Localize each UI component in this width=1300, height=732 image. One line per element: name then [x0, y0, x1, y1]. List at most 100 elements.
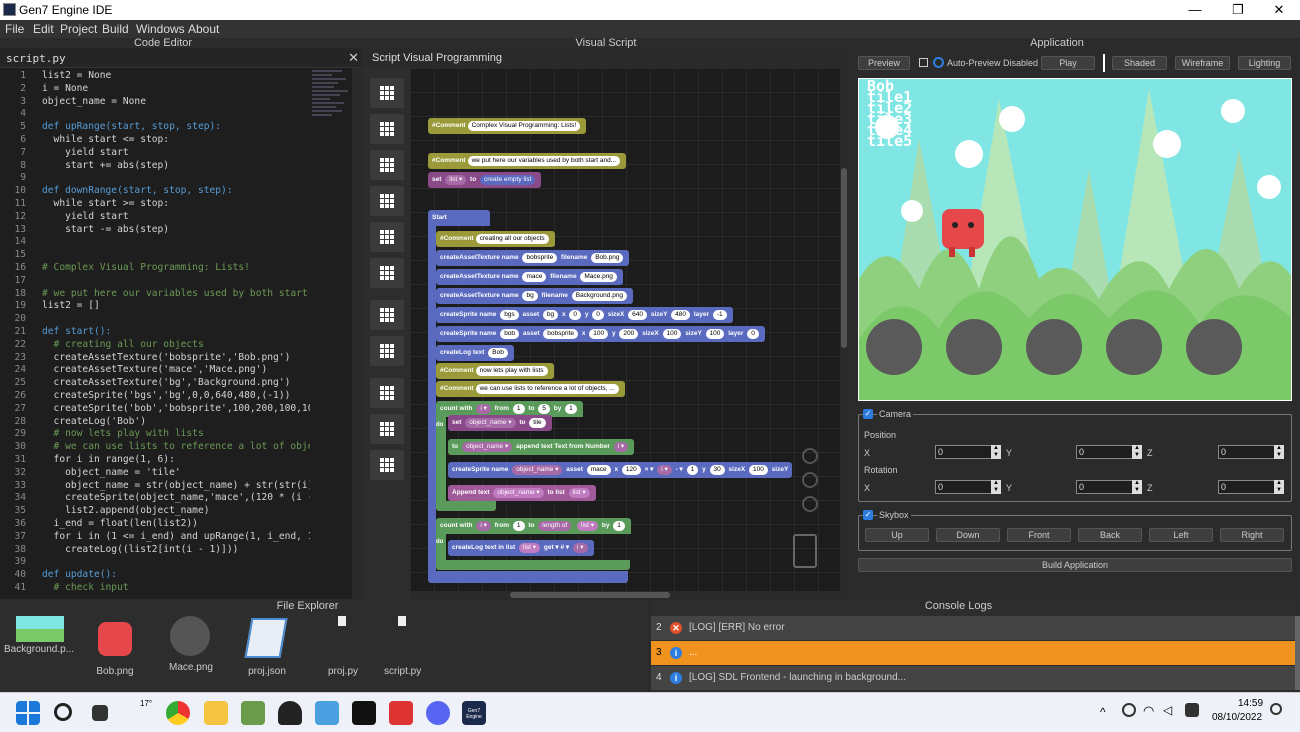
build-application-button[interactable]: Build Application	[858, 558, 1292, 572]
spinner-icon[interactable]: ▲ ▼	[991, 445, 1001, 459]
menu-edit[interactable]: Edit	[33, 22, 54, 36]
menu-about[interactable]: About	[188, 22, 219, 36]
wifi-icon[interactable]: ◠	[1143, 703, 1154, 719]
field-value[interactable]: 1	[565, 404, 577, 414]
code-line[interactable]: 13 start -= abs(step)	[0, 223, 310, 236]
field-value[interactable]: bob	[500, 329, 520, 339]
skybox-front-button[interactable]: Front	[1007, 528, 1071, 542]
length-of-block[interactable]: length of	[538, 521, 572, 531]
code-line[interactable]: 32 object_name = 'tile'	[0, 466, 310, 479]
file-item[interactable]: Background.p...	[4, 614, 74, 684]
field-value[interactable]: 1	[686, 465, 699, 475]
file-item[interactable]: script.py	[384, 614, 454, 684]
variable-dropdown[interactable]: object_name ▾	[512, 465, 563, 475]
field-value[interactable]: 0	[592, 310, 604, 320]
zoom-out-icon[interactable]	[802, 496, 818, 512]
operator-dropdown[interactable]: get ▾	[544, 544, 559, 551]
field-value[interactable]: 0	[747, 329, 759, 339]
comment-block[interactable]: #Comment now lets play with lists	[436, 363, 554, 379]
editor-tab-script[interactable]: script.py	[6, 52, 66, 65]
variable-dropdown[interactable]: i ▾	[657, 465, 672, 475]
code-text-area[interactable]: 1 list2 = None 2 i = None 3 object_name = Non…	[0, 68, 310, 599]
code-line[interactable]: 8 start += abs(step)	[0, 159, 310, 172]
skybox-right-button[interactable]: Right	[1220, 528, 1284, 542]
log-row-selected[interactable]: 3 i ...	[651, 641, 1295, 665]
code-line[interactable]: 35 list2.append(object_name)	[0, 504, 310, 517]
trash-icon[interactable]	[793, 534, 817, 568]
spinner-icon[interactable]: ▲ ▼	[1274, 445, 1284, 459]
field-value[interactable]: bg	[522, 291, 538, 301]
code-line[interactable]: 11 while start >= stop:	[0, 197, 310, 210]
field-value[interactable]: 30	[709, 465, 725, 475]
gen7-engine-icon[interactable]: Gen7 Engine	[462, 701, 486, 725]
code-line[interactable]: 4	[0, 107, 310, 120]
code-scrollbar[interactable]	[352, 68, 362, 599]
create-sprite-block[interactable]: createSprite name object_name ▾ asset ma…	[448, 462, 793, 478]
code-line[interactable]: 15	[0, 248, 310, 261]
file-explorer-icon[interactable]	[204, 701, 228, 725]
file-item[interactable]: proj.py	[308, 614, 378, 684]
field-value[interactable]: bobsprite	[522, 253, 558, 263]
count-with-block[interactable]: count with i ▾ from 1 to length of list …	[436, 518, 631, 534]
code-line[interactable]: 36 i_end = float(len(list2))	[0, 517, 310, 530]
console-scrollbar[interactable]	[1295, 616, 1300, 690]
code-line[interactable]: 25 createAssetTexture('bg','Background.p…	[0, 376, 310, 389]
comment-text[interactable]: now lets play with lists	[475, 366, 548, 376]
code-line[interactable]: 3 object_name = None	[0, 95, 310, 108]
toolbox-category-button[interactable]	[370, 258, 404, 288]
code-line[interactable]: 7 yield start	[0, 146, 310, 159]
skybox-left-button[interactable]: Left	[1149, 528, 1213, 542]
code-line[interactable]: 12 yield start	[0, 210, 310, 223]
file-item[interactable]: Bob.png	[80, 614, 150, 684]
notepad-icon[interactable]	[315, 701, 339, 725]
comment-text[interactable]: we put here our variables used by both s…	[467, 156, 621, 166]
toolbox-category-button[interactable]	[370, 186, 404, 216]
toolbox-category-button[interactable]	[370, 450, 404, 480]
linux-icon[interactable]	[278, 701, 302, 725]
spinner-icon[interactable]: ▲ ▼	[1274, 480, 1284, 494]
append-to-list-block[interactable]: Append text object_name ▾ to list list ▾	[448, 485, 596, 501]
append-text-block[interactable]: to object_name ▾ append text Text from N…	[448, 439, 635, 455]
skybox-down-button[interactable]: Down	[936, 528, 1000, 542]
task-view-icon[interactable]	[92, 705, 108, 721]
spinner-icon[interactable]: ▲ ▼	[1132, 445, 1142, 459]
start-menu-icon[interactable]	[16, 701, 40, 725]
field-value[interactable]: 100	[748, 465, 768, 475]
field-value[interactable]: 100	[705, 329, 725, 339]
comment-text[interactable]: Complex Visual Programming: Lists!	[467, 121, 581, 131]
create-log-block[interactable]: createLog text Bob	[436, 345, 514, 361]
shaded-button[interactable]: Shaded	[1112, 56, 1167, 70]
field-value[interactable]: Background.png	[571, 291, 628, 301]
variable-dropdown[interactable]: list ▾	[568, 488, 590, 498]
field-value[interactable]: 100	[589, 329, 609, 339]
code-line[interactable]: 14	[0, 235, 310, 248]
maximize-button[interactable]: ❐	[1223, 1, 1253, 19]
field-value[interactable]: Mace.png	[580, 272, 617, 282]
field-value[interactable]: bgs	[500, 310, 519, 320]
code-line[interactable]: 41 # check input	[0, 581, 310, 594]
variable-dropdown[interactable]: object_name ▾	[465, 418, 516, 428]
toolbox-category-button[interactable]	[370, 378, 404, 408]
code-line[interactable]: 33 object_name = str(object_name) + str(…	[0, 479, 310, 492]
toolbox-category-button[interactable]	[370, 150, 404, 180]
zoom-reset-icon[interactable]	[802, 448, 818, 464]
lighting-button[interactable]: Lighting	[1238, 56, 1291, 70]
field-value[interactable]: Bob.png	[591, 253, 624, 263]
code-line[interactable]: 9	[0, 171, 310, 184]
toolbox-category-button[interactable]	[370, 300, 404, 330]
toolbox-category-button[interactable]	[370, 336, 404, 366]
comment-block[interactable]: #Comment we can use lists to reference a …	[436, 381, 625, 397]
empty-list-block[interactable]: create empty list	[480, 175, 536, 185]
field-value[interactable]: 0	[569, 310, 582, 320]
auto-preview-checkbox[interactable]	[919, 58, 928, 67]
field-value[interactable]: 200	[619, 329, 639, 339]
comment-text[interactable]: we can use lists to reference a lot of o…	[475, 384, 619, 394]
code-line[interactable]: 19 list2 = []	[0, 299, 310, 312]
variable-dropdown[interactable]: list ▾	[445, 175, 467, 185]
field-value[interactable]: 5	[538, 404, 550, 414]
comment-text[interactable]: creating all our objects	[475, 234, 549, 244]
variable-dropdown[interactable]: list ▾	[519, 543, 541, 553]
code-line[interactable]: 34 createSprite(object_name,'mace',(120 …	[0, 491, 310, 504]
code-line[interactable]: 26 createSprite('bgs','bg',0,0,640,480,(…	[0, 389, 310, 402]
field-value[interactable]: 1	[512, 521, 525, 531]
